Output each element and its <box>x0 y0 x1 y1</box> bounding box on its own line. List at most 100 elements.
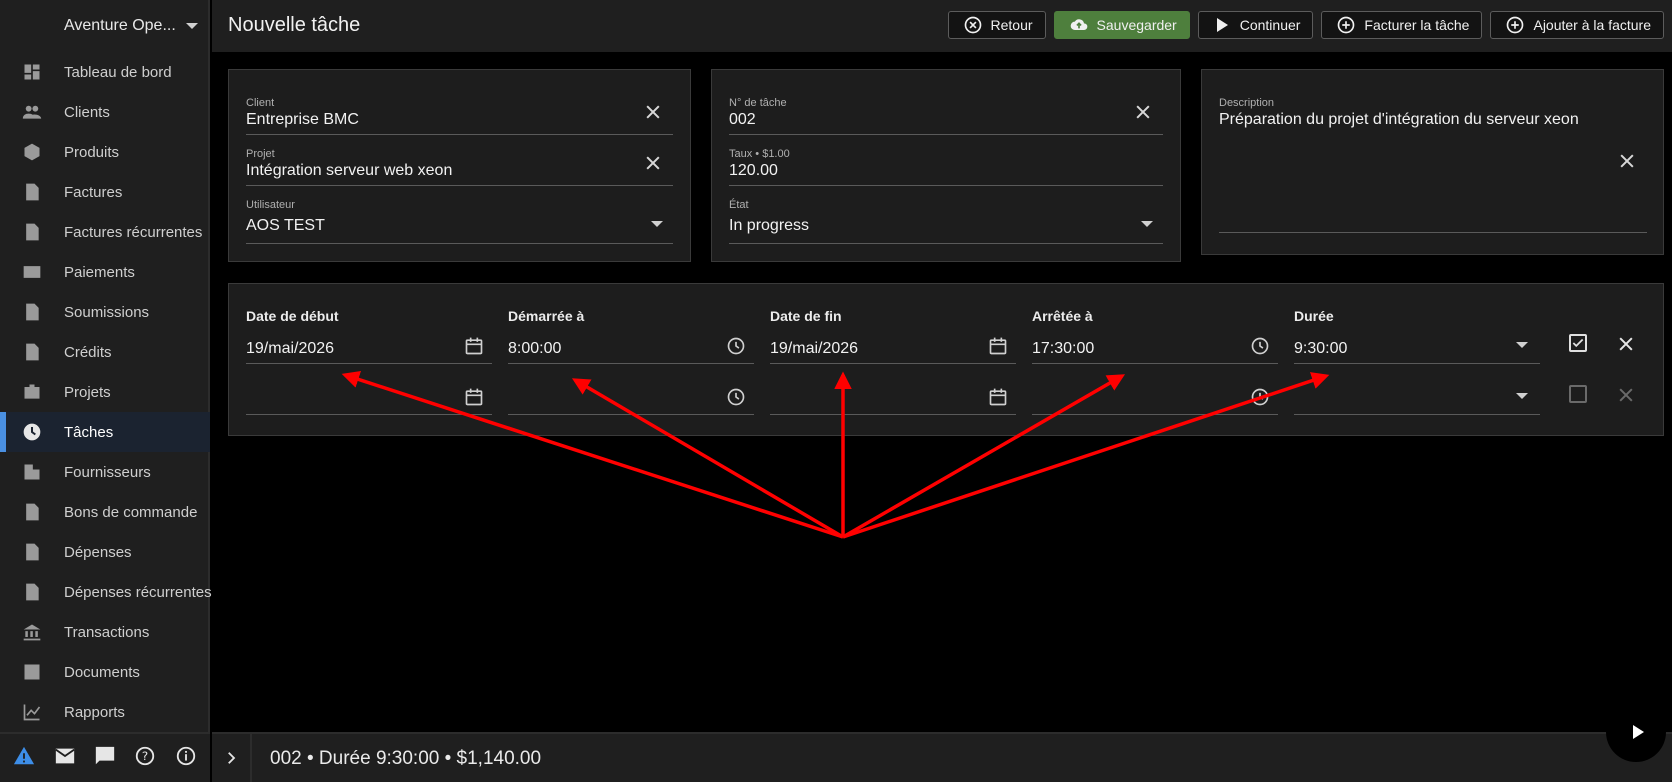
play-icon <box>1216 18 1228 32</box>
duration-input[interactable]: 9:30:00 <box>1294 334 1540 364</box>
sidebar-item-recurring-expenses[interactable]: Dépenses récurrentes <box>0 572 212 612</box>
sidebar-item-invoices[interactable]: Factures <box>0 172 210 212</box>
credit-card-icon <box>22 262 42 282</box>
company-selector[interactable]: Aventure Ope... <box>64 12 204 40</box>
quote-icon <box>22 302 42 322</box>
calendar-icon[interactable] <box>464 387 484 407</box>
sidebar-item-quotes[interactable]: Soumissions <box>0 292 210 332</box>
help-icon[interactable]: ? <box>134 745 156 772</box>
status-dropdown-icon[interactable] <box>1141 221 1153 227</box>
user-dropdown-icon[interactable] <box>651 221 663 227</box>
clear-task-number-icon[interactable] <box>1133 102 1153 122</box>
started-at-input[interactable]: 8:00:00 <box>508 334 754 364</box>
status-field[interactable]: État In progress <box>729 199 1163 244</box>
sidebar: Aventure Ope... Tableau de bord Clients … <box>0 0 212 782</box>
recurring-invoice-icon <box>22 222 42 242</box>
sidebar-item-label: Tableau de bord <box>64 63 172 81</box>
billable-checkbox[interactable] <box>1569 385 1587 403</box>
stopped-at-input[interactable] <box>1032 385 1278 415</box>
stopped-at-header: Arrêtée à <box>1032 308 1093 324</box>
back-button[interactable]: Retour <box>947 11 1046 39</box>
rate-value: 120.00 <box>729 162 778 179</box>
sidebar-item-tasks[interactable]: Tâches <box>0 412 210 452</box>
clear-project-icon[interactable] <box>643 153 663 173</box>
start-timer-button[interactable] <box>1606 702 1666 762</box>
end-date-input[interactable]: 19/mai/2026 <box>770 334 1016 364</box>
sidebar-item-label: Documents <box>64 663 140 681</box>
sidebar-item-recurring-invoices[interactable]: Factures récurrentes <box>0 212 210 252</box>
sidebar-item-label: Bons de commande <box>64 503 198 521</box>
start-date-header: Date de début <box>246 308 339 324</box>
billable-checkbox[interactable] <box>1569 334 1587 352</box>
expand-panel-button[interactable] <box>212 734 252 782</box>
clock-icon[interactable] <box>1250 387 1270 407</box>
sidebar-item-reports[interactable]: Rapports <box>0 692 210 732</box>
end-date-input[interactable] <box>770 385 1016 415</box>
duration-header: Durée <box>1294 308 1334 324</box>
description-field[interactable]: Description Préparation du projet d'inté… <box>1219 97 1647 233</box>
duration-dropdown-icon[interactable] <box>1516 342 1528 348</box>
save-button[interactable]: Sauvegarder <box>1053 11 1190 39</box>
calendar-icon[interactable] <box>988 387 1008 407</box>
task-card: N° de tâche 002 Taux • $1.00 120.00 État… <box>711 69 1181 262</box>
warning-icon[interactable] <box>13 745 35 772</box>
rate-field[interactable]: Taux • $1.00 120.00 <box>729 148 1163 186</box>
sidebar-item-label: Factures <box>64 183 123 201</box>
started-at-input[interactable] <box>508 385 754 415</box>
add-to-invoice-button-label: Ajouter à la facture <box>1533 17 1651 33</box>
sidebar-item-payments[interactable]: Paiements <box>0 252 210 292</box>
add-to-invoice-button[interactable]: Ajouter à la facture <box>1490 11 1664 39</box>
task-number-field[interactable]: N° de tâche 002 <box>729 97 1163 135</box>
building-icon <box>22 462 42 482</box>
clock-icon[interactable] <box>726 336 746 356</box>
invoice-task-button[interactable]: Facturer la tâche <box>1321 11 1483 39</box>
sidebar-item-label: Crédits <box>64 343 112 361</box>
resume-button[interactable]: Continuer <box>1197 11 1314 39</box>
task-number-value: 002 <box>729 111 756 128</box>
user-field[interactable]: Utilisateur AOS TEST <box>246 199 673 244</box>
chat-icon[interactable] <box>94 745 116 772</box>
calendar-icon[interactable] <box>464 336 484 356</box>
sidebar-item-dashboard[interactable]: Tableau de bord <box>0 52 210 92</box>
sidebar-item-documents[interactable]: Documents <box>0 652 210 692</box>
company-name: Aventure Ope... <box>64 17 176 34</box>
sidebar-item-label: Soumissions <box>64 303 150 321</box>
project-field[interactable]: Projet Intégration serveur web xeon <box>246 148 673 186</box>
invoice-icon <box>22 182 42 202</box>
start-date-input[interactable] <box>246 385 492 415</box>
details-card: Client Entreprise BMC Projet Intégration… <box>228 69 691 262</box>
sidebar-item-label: Clients <box>64 103 110 121</box>
clock-icon[interactable] <box>726 387 746 407</box>
user-value: AOS TEST <box>246 217 325 234</box>
sidebar-item-projects[interactable]: Projets <box>0 372 210 412</box>
mail-icon[interactable] <box>54 745 76 772</box>
sidebar-item-transactions[interactable]: Transactions <box>0 612 210 652</box>
sidebar-item-credits[interactable]: Crédits <box>0 332 210 372</box>
calendar-icon[interactable] <box>988 336 1008 356</box>
sidebar-item-products[interactable]: Produits <box>0 132 210 172</box>
sidebar-item-purchase-orders[interactable]: Bons de commande <box>0 492 210 532</box>
dashboard-icon <box>22 62 42 82</box>
remove-time-row-icon[interactable] <box>1616 334 1636 354</box>
sidebar-item-label: Fournisseurs <box>64 463 151 481</box>
remove-time-row-icon[interactable] <box>1616 385 1636 405</box>
sidebar-item-expenses[interactable]: Dépenses <box>0 532 210 572</box>
duration-dropdown-icon[interactable] <box>1516 393 1528 399</box>
clear-client-icon[interactable] <box>643 102 663 122</box>
info-icon[interactable] <box>175 745 197 772</box>
clear-description-icon[interactable] <box>1617 151 1637 171</box>
duration-input[interactable] <box>1294 385 1540 415</box>
client-value: Entreprise BMC <box>246 111 359 128</box>
start-date-input[interactable]: 19/mai/2026 <box>246 334 492 364</box>
clock-icon[interactable] <box>1250 336 1270 356</box>
time-log-card: Date de début Démarrée à Date de fin Arr… <box>228 283 1664 436</box>
stopped-at-input[interactable]: 17:30:00 <box>1032 334 1278 364</box>
sidebar-item-vendors[interactable]: Fournisseurs <box>0 452 210 492</box>
task-summary: 002 • Durée 9:30:00 • $1,140.00 <box>270 748 542 769</box>
sidebar-item-clients[interactable]: Clients <box>0 92 210 132</box>
client-field[interactable]: Client Entreprise BMC <box>246 97 673 135</box>
credit-icon <box>22 342 42 362</box>
document-icon <box>22 502 42 522</box>
sidebar-nav: Tableau de bord Clients Produits Facture… <box>0 52 212 732</box>
rate-label: Taux • $1.00 <box>729 148 790 160</box>
